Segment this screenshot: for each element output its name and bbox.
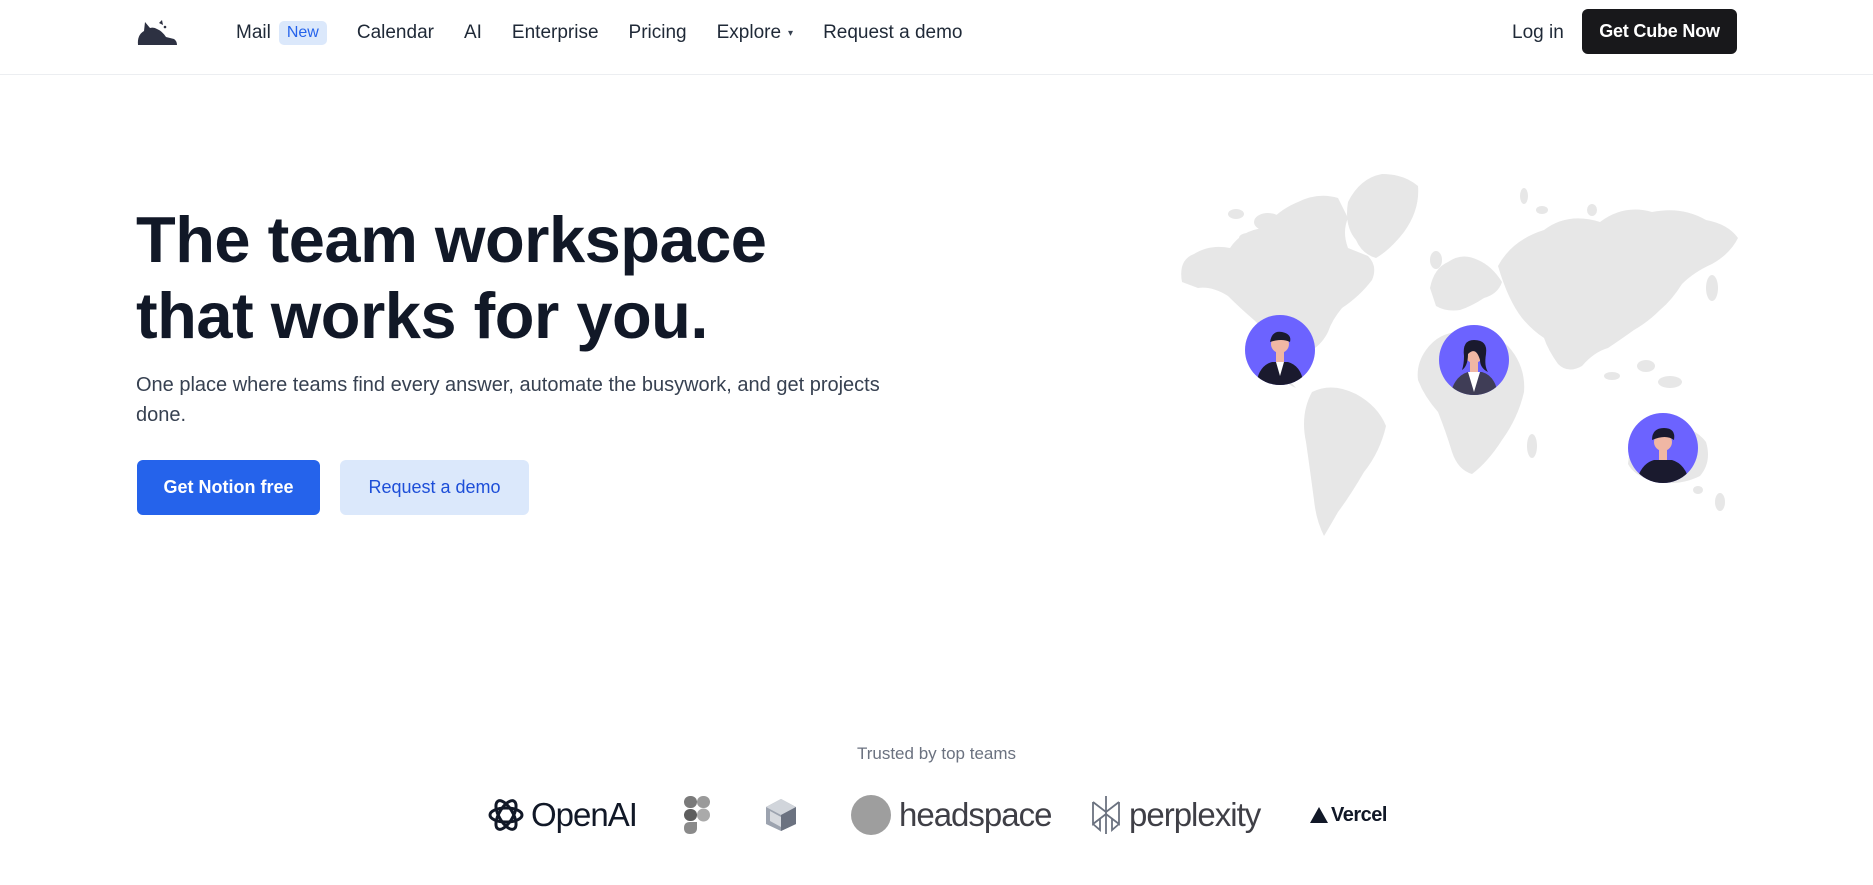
nav-item-calendar[interactable]: Calendar <box>357 22 434 44</box>
get-cube-button[interactable]: Get Cube Now <box>1582 9 1737 54</box>
nav-item-request-demo[interactable]: Request a demo <box>823 22 962 44</box>
openai-icon <box>488 799 524 831</box>
figma-icon <box>684 796 710 834</box>
headspace-wordmark: headspace <box>899 796 1052 833</box>
trusted-by-label: Trusted by top teams <box>856 744 1017 763</box>
openai-wordmark: OpenAI <box>531 796 638 833</box>
world-map-illustration <box>1181 174 1738 536</box>
nav-item-label: Mail <box>236 22 271 43</box>
nav-item-enterprise[interactable]: Enterprise <box>512 22 599 44</box>
logo-vercel: Vercel <box>1309 792 1387 838</box>
login-link[interactable]: Log in <box>1512 0 1564 66</box>
caret-down-icon: ▾ <box>788 27 794 39</box>
logo-perplexity: perplexity <box>1090 792 1261 838</box>
perplexity-icon <box>1092 796 1120 834</box>
vercel-wordmark: Vercel <box>1331 803 1387 826</box>
headspace-icon <box>851 795 891 835</box>
request-demo-button[interactable]: Request a demo <box>340 460 529 515</box>
hero-title-line-1: The team workspace <box>136 203 767 276</box>
nav-item-label: Explore <box>716 22 782 43</box>
logo-figma <box>682 792 712 838</box>
cat-logo-icon[interactable] <box>136 19 178 47</box>
logo-cube <box>764 792 798 838</box>
hero-title: The team workspace that works for you. <box>136 202 896 354</box>
top-navigation: Mail New Calendar AI Enterprise Pricing … <box>0 0 1873 75</box>
hero-subtitle: One place where teams find every answer,… <box>136 374 880 426</box>
new-badge: New <box>278 21 327 45</box>
hero-title-line-2: that works for you. <box>136 279 708 352</box>
nav-item-ai[interactable]: AI <box>464 22 482 44</box>
nav-item-pricing[interactable]: Pricing <box>629 22 687 44</box>
nav-item-mail[interactable]: Mail New <box>236 21 327 45</box>
cube-logo-icon <box>766 799 796 831</box>
user-avatar-north-america <box>1245 315 1315 385</box>
vercel-icon <box>1310 807 1328 823</box>
get-notion-free-button[interactable]: Get Notion free <box>137 460 320 515</box>
customer-logos: OpenAI headspace perplexity Vercel <box>486 792 1387 838</box>
logo-headspace: headspace <box>850 792 1052 838</box>
perplexity-wordmark: perplexity <box>1129 796 1261 833</box>
nav-item-explore[interactable]: Explore ▾ <box>717 22 793 44</box>
logo-openai: OpenAI <box>486 792 638 838</box>
nav-links: Mail New Calendar AI Enterprise Pricing … <box>236 0 992 66</box>
